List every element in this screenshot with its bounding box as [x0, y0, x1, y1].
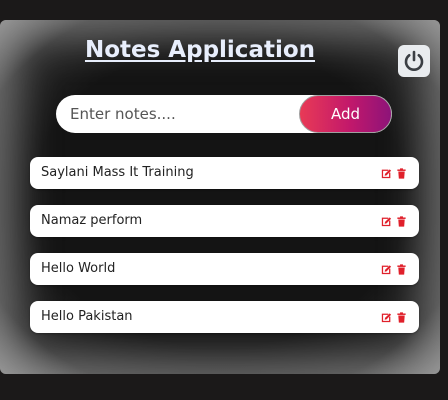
power-button[interactable] — [398, 45, 430, 77]
trash-icon[interactable] — [396, 215, 407, 227]
power-icon — [404, 50, 424, 71]
note-actions — [381, 253, 407, 285]
edit-icon[interactable] — [381, 168, 392, 179]
list-item: Hello Pakistan — [30, 301, 419, 333]
note-text: Hello Pakistan — [41, 309, 133, 324]
edit-icon[interactable] — [381, 216, 392, 227]
page-title: Notes Application — [84, 37, 316, 63]
list-item: Saylani Mass It Training — [30, 157, 419, 189]
edit-icon[interactable] — [381, 312, 392, 323]
note-text: Namaz perform — [41, 213, 143, 228]
trash-icon[interactable] — [396, 311, 407, 323]
note-actions — [381, 301, 407, 333]
note-actions — [381, 157, 407, 189]
trash-icon[interactable] — [396, 263, 407, 275]
note-text: Hello World — [41, 261, 116, 276]
list-item: Namaz perform — [30, 205, 419, 237]
trash-icon[interactable] — [396, 167, 407, 179]
note-form: Add — [56, 95, 392, 133]
edit-icon[interactable] — [381, 264, 392, 275]
note-input[interactable] — [56, 95, 306, 133]
note-text: Saylani Mass It Training — [41, 165, 194, 180]
note-actions — [381, 205, 407, 237]
notes-list: Saylani Mass It Training Namaz perform H… — [30, 157, 419, 349]
list-item: Hello World — [30, 253, 419, 285]
add-button[interactable]: Add — [299, 95, 392, 133]
